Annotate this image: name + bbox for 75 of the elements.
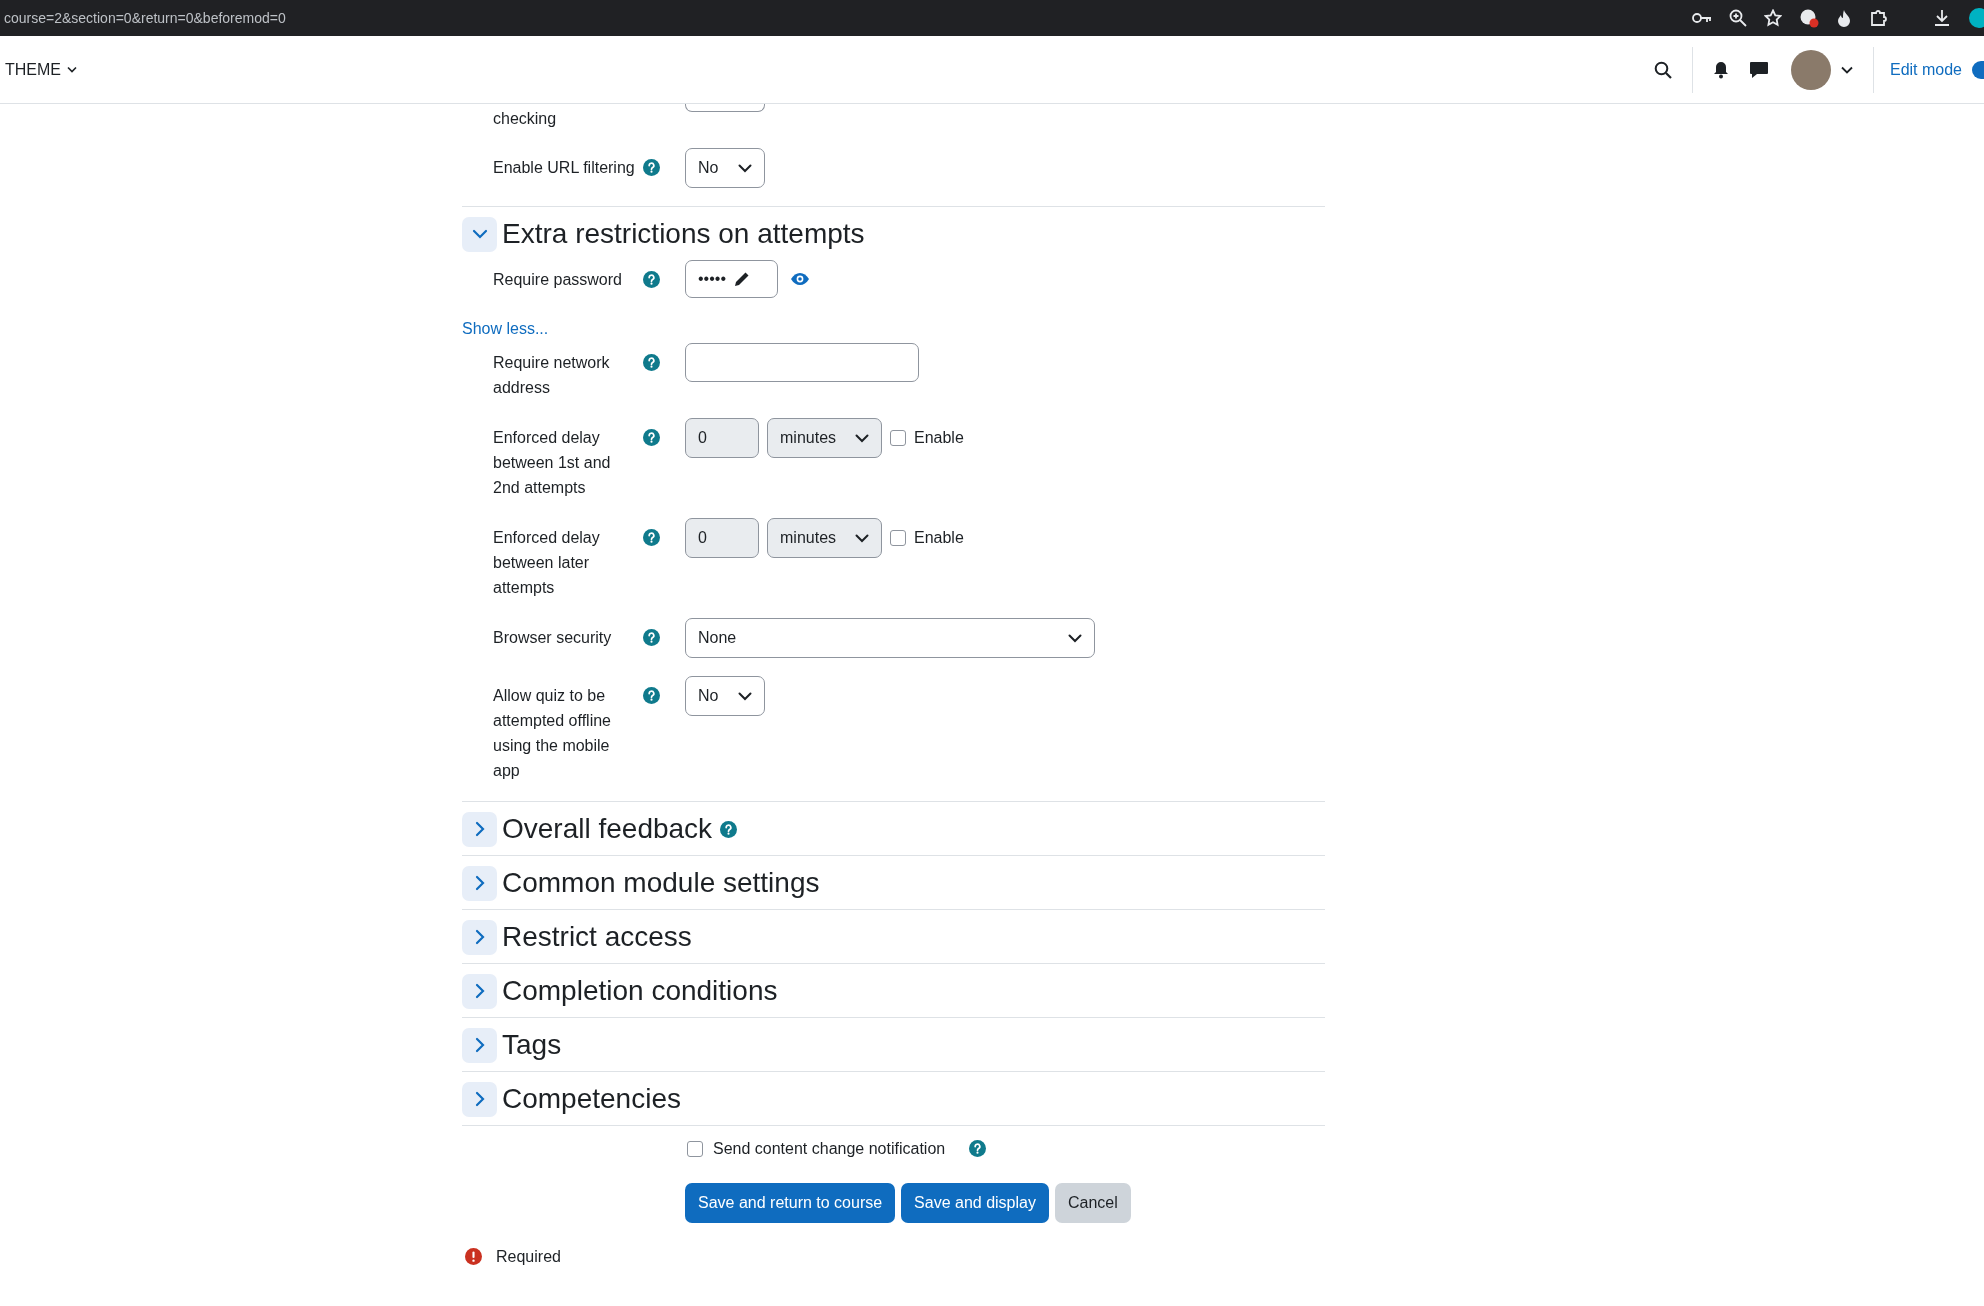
chevron-down-icon bbox=[738, 163, 752, 173]
star-icon[interactable] bbox=[1764, 9, 1782, 27]
profile-icon[interactable] bbox=[1968, 7, 1984, 29]
checkbox[interactable] bbox=[687, 1140, 703, 1157]
help-icon[interactable] bbox=[643, 687, 660, 704]
section-toggle[interactable] bbox=[462, 919, 497, 955]
section-title[interactable]: Overall feedback bbox=[502, 811, 713, 847]
chat-icon[interactable] bbox=[1748, 60, 1769, 79]
section-toggle[interactable] bbox=[462, 973, 497, 1009]
chevron-right-icon bbox=[474, 1091, 485, 1107]
field-label: Enforced delay between later attempts bbox=[493, 528, 601, 598]
edit-mode-label[interactable]: Edit mode bbox=[1889, 60, 1962, 79]
download-icon[interactable] bbox=[1933, 9, 1951, 27]
user-avatar[interactable] bbox=[1790, 49, 1831, 90]
caret-icon bbox=[67, 66, 77, 73]
field-label: Allow quiz to be attempted offline using the mobile app bbox=[493, 686, 612, 781]
dropdown[interactable]: No bbox=[685, 676, 765, 716]
form-button[interactable]: Save and display bbox=[901, 1183, 1049, 1223]
help-icon[interactable] bbox=[643, 354, 660, 371]
help-icon[interactable] bbox=[643, 629, 660, 646]
section-toggle[interactable] bbox=[462, 1027, 497, 1063]
section-title[interactable]: Completion conditions bbox=[502, 973, 778, 1009]
chevron-right-icon bbox=[474, 821, 485, 837]
form-button[interactable]: Save and return to course bbox=[685, 1183, 896, 1223]
chevron-down-icon bbox=[1068, 633, 1082, 643]
field-label: Enable URL filtering bbox=[493, 158, 636, 178]
show-less-link[interactable]: Show less... bbox=[462, 316, 549, 341]
section-toggle[interactable] bbox=[462, 865, 497, 901]
section-title[interactable]: Tags bbox=[502, 1027, 562, 1063]
chevron-right-icon bbox=[474, 1037, 485, 1053]
caret-icon[interactable] bbox=[1840, 65, 1853, 74]
section-title[interactable]: Restrict access bbox=[502, 919, 692, 955]
chevron-right-icon bbox=[474, 929, 485, 945]
chevron-down-icon bbox=[855, 533, 869, 543]
chevron-down-icon bbox=[855, 433, 869, 443]
field-label: Require password bbox=[493, 270, 623, 290]
field-label: Browser security bbox=[493, 628, 613, 648]
chevron-down-icon bbox=[471, 229, 488, 239]
help-icon[interactable] bbox=[720, 820, 738, 838]
form-button[interactable]: Cancel bbox=[1054, 1183, 1131, 1223]
chevron-down-icon bbox=[738, 691, 752, 701]
theme-menu[interactable]: THEME bbox=[5, 60, 77, 79]
pencil-icon[interactable] bbox=[734, 271, 750, 287]
section-title[interactable]: Competencies bbox=[502, 1081, 681, 1117]
password-field[interactable]: ••••• bbox=[685, 260, 778, 298]
dropdown[interactable] bbox=[685, 104, 765, 112]
field-label: Require network address bbox=[493, 353, 611, 398]
extension-icon[interactable] bbox=[1799, 8, 1819, 28]
help-icon[interactable] bbox=[643, 159, 660, 176]
section-title[interactable]: Extra restrictions on attempts bbox=[502, 216, 865, 252]
chevron-right-icon bbox=[474, 875, 485, 891]
dropdown[interactable]: None bbox=[685, 618, 1095, 658]
required-icon bbox=[465, 1248, 482, 1265]
puzzle-icon[interactable] bbox=[1869, 8, 1889, 28]
field-label: Enforced delay between 1st and 2nd attempts bbox=[493, 428, 612, 498]
eye-icon[interactable] bbox=[790, 272, 810, 286]
section-toggle[interactable] bbox=[462, 216, 497, 252]
section-toggle[interactable] bbox=[462, 811, 497, 847]
help-icon[interactable] bbox=[969, 1140, 987, 1157]
help-icon[interactable] bbox=[643, 271, 660, 288]
checkbox-label: Enable bbox=[914, 529, 964, 547]
flame-icon[interactable] bbox=[1836, 9, 1852, 27]
field-label: checking bbox=[493, 109, 558, 129]
dropdown[interactable]: No bbox=[685, 148, 765, 188]
required-note: Required bbox=[496, 1247, 561, 1267]
zoom-icon[interactable] bbox=[1729, 9, 1747, 27]
text-field[interactable] bbox=[685, 343, 919, 382]
key-icon[interactable] bbox=[1692, 11, 1712, 25]
section-toggle[interactable] bbox=[462, 1081, 497, 1117]
checkbox-label: Enable bbox=[914, 429, 964, 447]
chevron-right-icon bbox=[474, 983, 485, 999]
checkbox-label: Send content change notification bbox=[713, 1139, 946, 1158]
section-title[interactable]: Common module settings bbox=[502, 865, 820, 901]
search-icon[interactable] bbox=[1653, 60, 1672, 79]
bell-icon[interactable] bbox=[1712, 60, 1729, 79]
